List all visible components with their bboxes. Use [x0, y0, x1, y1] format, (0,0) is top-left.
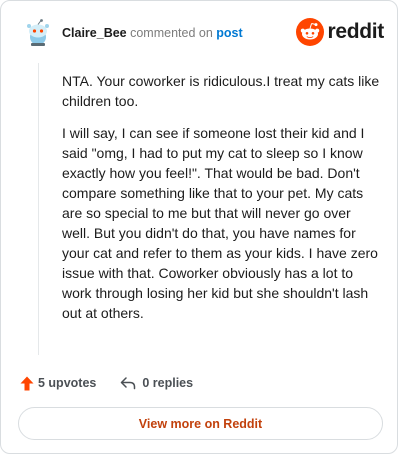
post-link[interactable]: post: [216, 26, 242, 40]
comment-header: Claire_Bee commented on post reddit: [20, 17, 385, 51]
upvote-arrow-icon[interactable]: [20, 376, 34, 391]
action-text: commented on: [130, 26, 213, 40]
comment-actions: 5 upvotes 0 replies: [20, 373, 193, 393]
thread-line: [38, 63, 39, 355]
reddit-logo-icon: [296, 18, 325, 46]
reply-count: 0 replies: [142, 376, 194, 390]
reddit-brand[interactable]: reddit: [296, 17, 384, 47]
reply-button[interactable]: 0 replies: [120, 376, 193, 390]
comment-body: NTA. Your coworker is ridiculous.I treat…: [62, 71, 380, 335]
comment-paragraph: NTA. Your coworker is ridiculous.I treat…: [62, 73, 380, 109]
reply-arrow-icon: [120, 376, 136, 390]
username-link[interactable]: Claire_Bee: [62, 26, 127, 40]
reddit-wordmark: reddit: [327, 20, 384, 43]
view-more-button[interactable]: View more on Reddit: [18, 407, 383, 440]
avatar-icon[interactable]: [23, 18, 53, 48]
byline: Claire_Bee commented on post: [62, 26, 243, 40]
comment-paragraph: I will say, I can see if someone lost th…: [62, 125, 378, 321]
comment-embed-card: Claire_Bee commented on post reddit NTA.…: [0, 0, 398, 454]
upvote-count: 5 upvotes: [38, 376, 97, 390]
